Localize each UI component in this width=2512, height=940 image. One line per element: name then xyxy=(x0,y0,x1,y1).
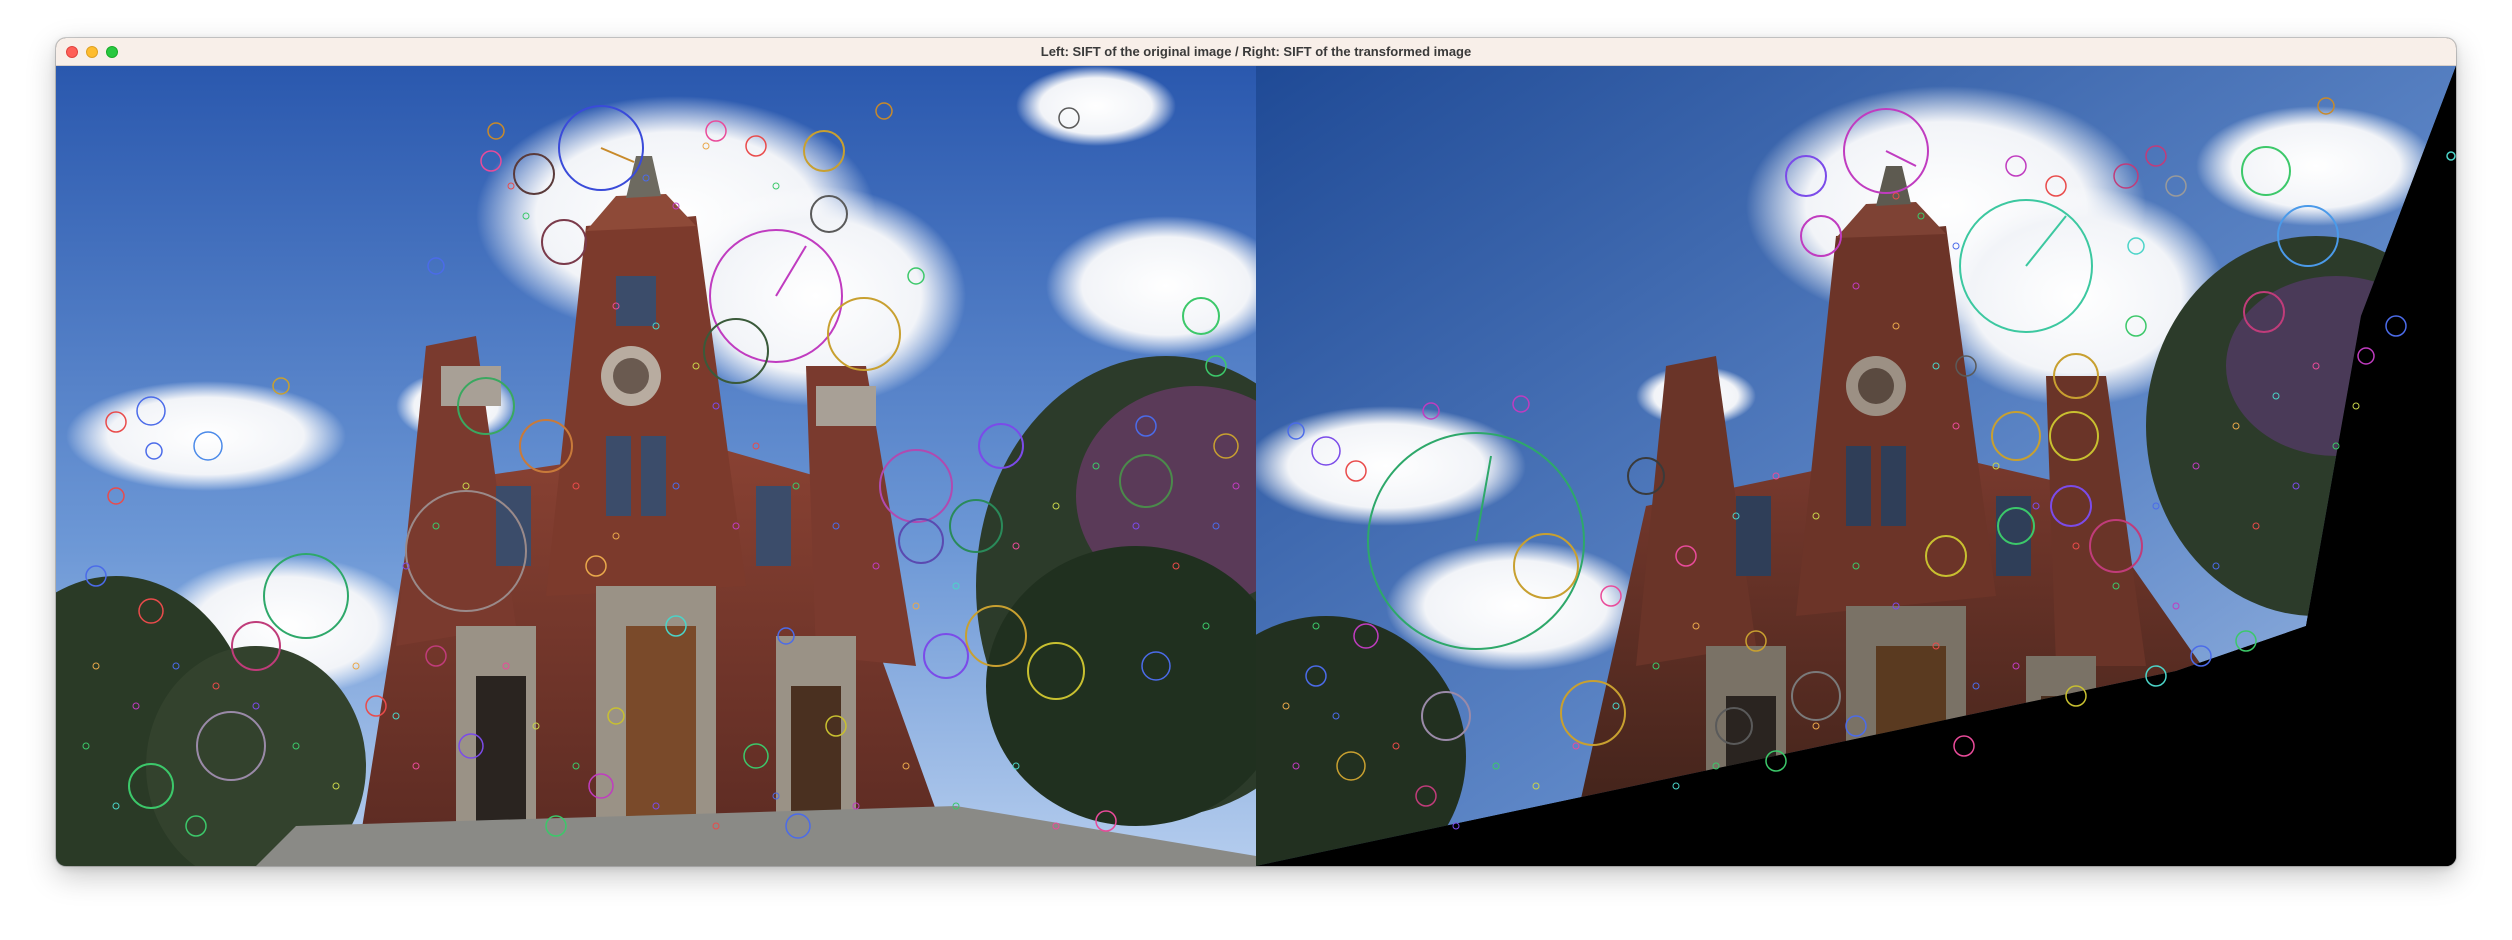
transformed-image xyxy=(1256,66,2456,866)
transformed-image-panel xyxy=(1256,66,2456,866)
title-bar[interactable]: Left: SIFT of the original image / Right… xyxy=(56,38,2456,66)
window-title: Left: SIFT of the original image / Right… xyxy=(1040,44,1472,59)
original-image xyxy=(56,66,1256,866)
app-window: Left: SIFT of the original image / Right… xyxy=(56,38,2456,866)
image-canvas xyxy=(56,66,2456,866)
original-image-panel xyxy=(56,66,1256,866)
